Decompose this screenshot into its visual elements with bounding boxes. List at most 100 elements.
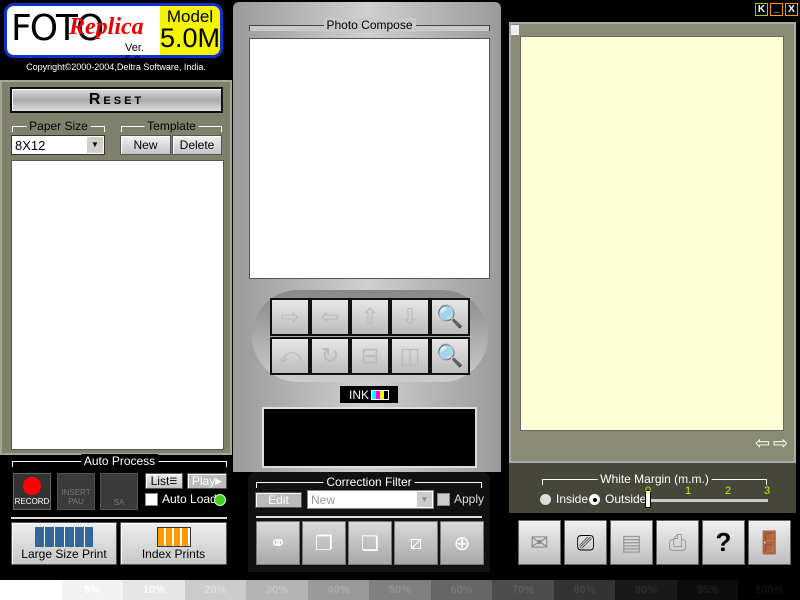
record-button[interactable]: RECORD [13, 473, 51, 510]
prev-page-button[interactable]: ⇦ [755, 433, 770, 454]
move-down-button[interactable]: ⇩ [390, 298, 430, 336]
outside-label: Outside [605, 492, 647, 506]
insert-pause-label: INSERT PAU [61, 488, 91, 506]
edit-filter-button[interactable]: Edit [255, 492, 302, 508]
list-button[interactable]: List ☰ [145, 473, 183, 489]
crop-target-button[interactable]: ⊕ [440, 521, 484, 565]
minimize-button[interactable]: _ [770, 3, 783, 16]
filter-value: New [311, 493, 336, 507]
ink-indicator: INK [340, 386, 398, 403]
outside-radio[interactable] [589, 494, 600, 505]
margin-tick: 0 [645, 485, 652, 497]
reset-button[interactable]: Reset [10, 87, 223, 113]
apply-label: Apply [454, 492, 485, 506]
save-button[interactable]: SA [100, 473, 138, 510]
chevron-down-icon[interactable]: ▼ [87, 137, 103, 153]
printer-icon: ⎙ [668, 529, 687, 555]
new-template-button[interactable]: New [120, 135, 171, 155]
left-panel: Reset Paper Size 8X12 ▼ Template New Del… [0, 80, 232, 455]
white-margin-label: White Margin (m.m.) [597, 472, 712, 486]
help-icon: ? [715, 527, 732, 557]
rotate-icon: ↻ [320, 343, 340, 368]
apply-checkbox[interactable] [437, 493, 450, 506]
ink-label: INK [348, 387, 369, 402]
k-button[interactable]: K [755, 3, 768, 16]
list-label: List [150, 474, 170, 488]
move-up-button[interactable]: ⇧ [350, 298, 390, 336]
margin-tick: 3 [764, 485, 771, 497]
gray-scale-segment: 60% [430, 580, 493, 600]
panorama-icon [35, 526, 93, 547]
corner-handle[interactable] [511, 25, 519, 35]
print-preview-area[interactable] [520, 36, 784, 431]
margin-slider-track[interactable] [647, 499, 768, 502]
photos-icon: ❐ [315, 532, 333, 555]
inside-label: Inside [556, 492, 589, 506]
next-page-button[interactable]: ⇨ [773, 433, 788, 454]
play-label: Play [191, 474, 216, 488]
arrow-right-icon: ⇨ [280, 304, 300, 329]
gray-scale-segment: 5% [61, 580, 124, 600]
filter-select[interactable]: New ▼ [307, 490, 434, 509]
arrow-down-icon: ⇩ [400, 304, 420, 329]
auto-process-group: Auto Process [12, 454, 227, 468]
arrow-left-icon: ⇦ [320, 304, 340, 329]
copyright: Copyright©2000-2004,Deltra Software, Ind… [26, 62, 206, 72]
email-icon: ✉ [530, 529, 549, 555]
info-display [262, 407, 477, 468]
rotate-button[interactable]: ↻ [310, 337, 350, 375]
save-layout-button[interactable]: ▤ [610, 520, 653, 565]
insert-pause-button[interactable]: INSERT PAU [57, 473, 95, 510]
zoom-out-icon: 🔍 [436, 343, 464, 368]
photo-compose-canvas[interactable] [249, 38, 490, 279]
color-balance-button[interactable]: ⚭ [256, 521, 300, 565]
split-photos-button[interactable]: ⧄ [394, 521, 438, 565]
large-size-print-button[interactable]: Large Size Print [11, 522, 117, 565]
move-left-button[interactable]: ⇦ [310, 298, 350, 336]
zoom-in-button[interactable]: 🔍 [430, 298, 470, 336]
margin-tick: 1 [685, 485, 692, 497]
stacked-photos-icon: ❏ [361, 532, 379, 555]
chevron-down-icon[interactable]: ▼ [417, 492, 432, 507]
move-right-button[interactable]: ⇨ [270, 298, 310, 336]
ink-levels-icon [371, 389, 389, 400]
email-button[interactable]: ✉ [518, 520, 561, 565]
index-prints-label: Index Prints [141, 546, 206, 561]
gray-scale-segment: 100% [738, 580, 800, 600]
status-led-icon [214, 494, 226, 506]
paper-size-select[interactable]: 8X12 ▼ [11, 135, 105, 155]
white-margin-panel [509, 463, 796, 513]
correction-filter-label: Correction Filter [323, 475, 415, 489]
flip-vertical-icon: ⊟ [360, 343, 380, 368]
gray-scale-segment: 30% [246, 580, 308, 600]
arrow-right-icon: ⇨ [773, 433, 789, 453]
flip-horizontal-button[interactable]: ◫ [390, 337, 430, 375]
close-button[interactable]: X [785, 3, 798, 16]
rotate-orientation-button[interactable]: ⤺ [270, 337, 310, 375]
help-button[interactable]: ? [702, 520, 745, 565]
window-controls: K _ X [755, 3, 798, 16]
exit-door-icon: 🚪 [755, 529, 784, 555]
exit-button[interactable]: 🚪 [748, 520, 791, 565]
gray-scale-segment: 40% [307, 580, 370, 600]
inside-radio[interactable] [540, 494, 551, 505]
stack-photos-button[interactable]: ❏ [348, 521, 392, 565]
play-button[interactable]: Play ▶ [187, 473, 227, 489]
copy-photo-button[interactable]: ❐ [302, 521, 346, 565]
model-value: 5.0M [160, 23, 221, 53]
index-prints-button[interactable]: Index Prints [120, 522, 227, 565]
auto-load-label: Auto Load [162, 492, 217, 506]
gray-scale-segment: 90% [615, 580, 677, 600]
zoom-in-icon: 🔍 [436, 304, 464, 329]
print-button[interactable]: ⎙ [656, 520, 699, 565]
delete-template-button[interactable]: Delete [172, 135, 222, 155]
paper-size-value: 8X12 [15, 138, 46, 153]
scan-button[interactable]: ⎚ [564, 520, 607, 565]
auto-load-checkbox[interactable] [145, 493, 158, 506]
flip-vertical-button[interactable]: ⊟ [350, 337, 390, 375]
template-list[interactable] [11, 160, 224, 450]
split-photos-icon: ⧄ [409, 531, 423, 554]
zoom-out-button[interactable]: 🔍 [430, 337, 470, 375]
template-label: Template [144, 119, 199, 133]
document-icon: ▤ [621, 529, 642, 555]
